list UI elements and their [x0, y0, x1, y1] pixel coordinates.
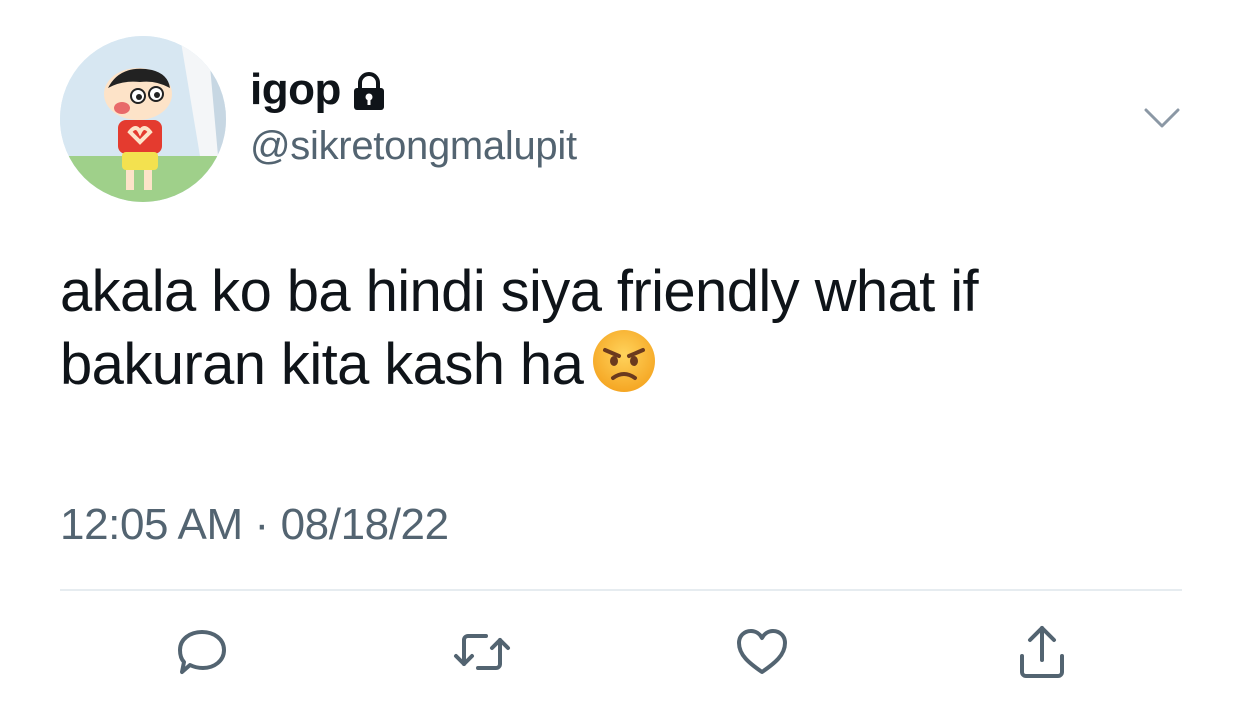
angry-face-emoji [593, 330, 656, 392]
author-name-row: igop [250, 62, 387, 118]
tweet-text-line-1: akala ko ba hindi siya friendly what if [60, 259, 979, 324]
tweet-actions [0, 622, 1242, 682]
chevron-down-icon[interactable] [1142, 104, 1182, 132]
tweet-text: akala ko ba hindi siya friendly what if … [60, 256, 1190, 401]
avatar[interactable] [60, 36, 226, 202]
user-handle[interactable]: @sikretongmalupit [250, 124, 577, 169]
reply-icon [178, 630, 226, 674]
reply-button[interactable] [172, 622, 232, 682]
retweet-icon [454, 634, 510, 670]
tweet-timestamp[interactable]: 12:05 AM · 08/18/22 [60, 500, 449, 550]
cartoon-avatar-icon [60, 36, 226, 202]
divider [60, 589, 1182, 591]
like-button[interactable] [732, 622, 792, 682]
retweet-button[interactable] [452, 622, 512, 682]
display-name[interactable]: igop [250, 65, 341, 115]
tweet-text-line-2-text: bakuran kita kash ha [60, 332, 584, 397]
like-icon [737, 629, 787, 674]
tweet-text-line-2: bakuran kita kash ha [60, 328, 1190, 401]
lock-icon [353, 72, 384, 110]
share-button[interactable] [1012, 622, 1072, 682]
share-icon [1020, 626, 1064, 678]
